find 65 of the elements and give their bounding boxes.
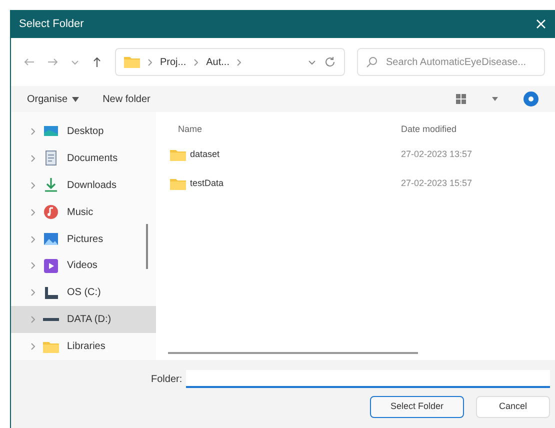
column-header[interactable]: Date modified <box>401 122 457 136</box>
search-field[interactable]: Search AutomaticEyeDisease... <box>357 48 545 76</box>
chevron-right-icon[interactable] <box>31 289 35 296</box>
select-folder-button[interactable]: Select Folder <box>370 396 464 418</box>
file-row[interactable]: testData 27-02-2023 15:57 <box>156 169 555 198</box>
column-header[interactable]: Name <box>156 122 356 136</box>
window-title: Select Folder <box>19 16 84 32</box>
chevron-right-icon[interactable] <box>31 236 35 242</box>
organise-menu-button[interactable]: Organise <box>27 92 79 106</box>
sidebar-item[interactable]: Desktop <box>11 118 156 145</box>
scrollbar-thumb[interactable] <box>146 224 148 269</box>
dropdown-caret-icon[interactable] <box>71 58 79 66</box>
sidebar-item[interactable]: OS (C:) <box>11 279 156 306</box>
sidebar-item[interactable]: Music <box>11 198 156 226</box>
address-bar[interactable]: Proj... Aut... <box>115 48 345 76</box>
folder-input[interactable] <box>186 370 550 388</box>
breadcrumb[interactable]: Aut... <box>206 54 230 70</box>
chevron-right-icon[interactable] <box>31 128 35 135</box>
refresh-icon[interactable] <box>324 56 336 68</box>
chevron-right-icon[interactable] <box>31 343 35 350</box>
sidebar-item[interactable]: Videos <box>11 252 156 280</box>
music-icon <box>43 204 59 220</box>
up-arrow-icon[interactable] <box>91 56 103 68</box>
view-grid-icon[interactable] <box>455 93 467 105</box>
folder-icon <box>170 148 186 160</box>
dropdown-caret-icon[interactable] <box>491 95 499 103</box>
folder-icon <box>43 340 59 353</box>
sidebar-item[interactable]: Downloads <box>11 172 156 199</box>
chevron-right-icon[interactable] <box>237 58 242 66</box>
document-icon <box>43 150 59 166</box>
folder-label: Folder: <box>151 372 182 386</box>
help-icon[interactable] <box>523 91 539 107</box>
search-icon <box>366 56 378 68</box>
forward-arrow-icon[interactable] <box>47 56 59 68</box>
file-row[interactable]: dataset 27-02-2023 13:57 <box>156 140 555 169</box>
file-name: testData <box>190 176 224 190</box>
dropdown-caret-icon[interactable] <box>308 58 316 66</box>
mountain-picture-icon <box>43 231 59 247</box>
chevron-right-icon[interactable] <box>148 58 152 66</box>
new-folder-button[interactable]: New folder <box>102 92 150 106</box>
folder-icon <box>170 178 186 190</box>
drive-icon <box>43 284 59 301</box>
chevron-right-icon[interactable] <box>31 262 35 270</box>
chevron-right-icon[interactable] <box>31 316 35 324</box>
horizontal-scrollbar[interactable] <box>168 352 418 354</box>
file-name: dataset <box>190 148 220 161</box>
sidebar-item[interactable]: Pictures <box>11 226 156 252</box>
sidebar-item[interactable]: Libraries <box>11 333 156 360</box>
chevron-right-icon[interactable] <box>194 58 198 66</box>
caret-icon <box>72 96 79 102</box>
date-cell-text: 27-02-2023 13:57 <box>401 148 472 161</box>
breadcrumb[interactable]: Proj... <box>160 54 186 70</box>
sidebar-item[interactable]: Documents <box>11 144 156 172</box>
date-cell-text: 27-02-2023 15:57 <box>401 176 472 190</box>
close-icon[interactable] <box>535 18 547 30</box>
chevron-right-icon[interactable] <box>31 182 35 189</box>
back-arrow-icon[interactable] <box>23 56 35 68</box>
chevron-right-icon[interactable] <box>31 154 35 162</box>
drive-icon <box>43 318 59 322</box>
sidebar-item[interactable]: DATA (D:) <box>11 306 156 334</box>
download-icon <box>43 177 59 194</box>
cancel-button[interactable]: Cancel <box>476 396 550 418</box>
video-icon <box>43 258 59 274</box>
chevron-right-icon[interactable] <box>31 208 35 216</box>
folder-icon <box>124 56 140 68</box>
